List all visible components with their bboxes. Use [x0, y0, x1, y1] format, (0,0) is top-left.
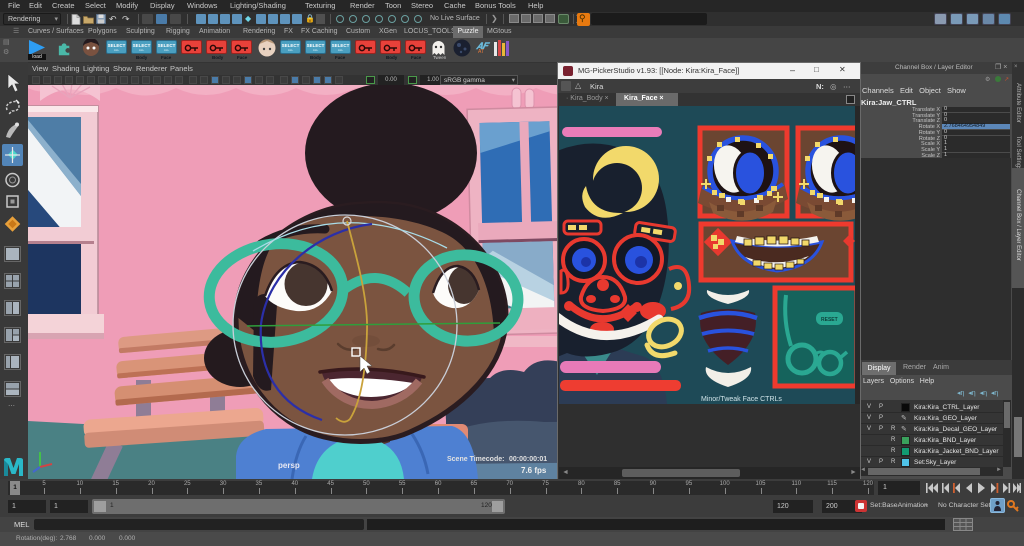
svg-text:Minor/Tweak Face CTRLs: Minor/Tweak Face CTRLs [701, 396, 782, 403]
svg-text:7.6 fps: 7.6 fps [521, 466, 547, 475]
svg-text:Scene Timecode:: Scene Timecode: [447, 456, 504, 463]
svg-text:persp: persp [278, 461, 300, 470]
svg-text:00:00:00:01: 00:00:00:01 [509, 456, 547, 463]
svg-text:RESET: RESET [821, 317, 838, 323]
